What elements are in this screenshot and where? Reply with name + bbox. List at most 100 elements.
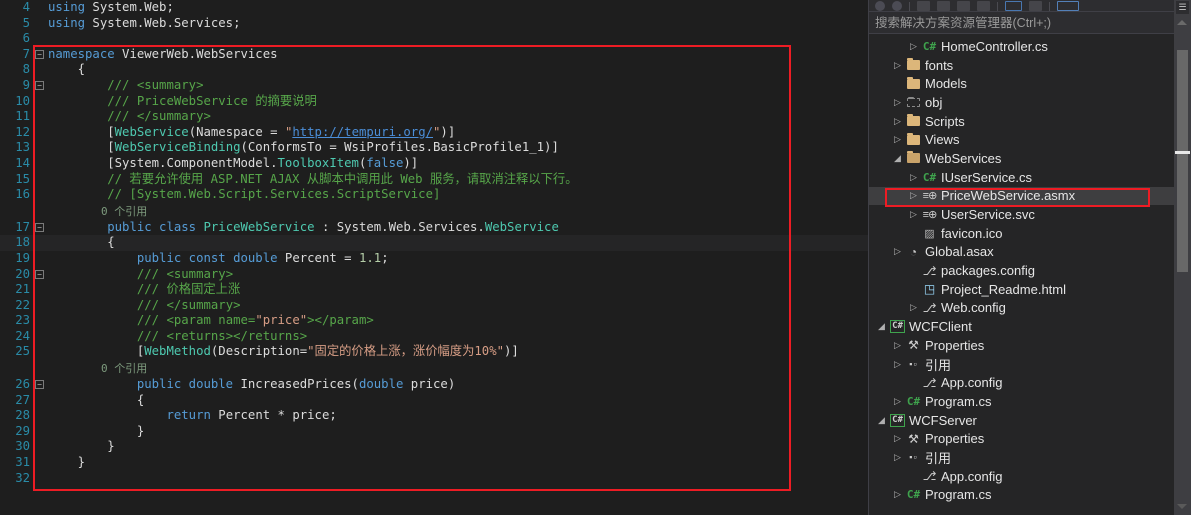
collapse-all-icon[interactable]	[957, 1, 970, 11]
properties-icon[interactable]	[1005, 1, 1022, 11]
code-line[interactable]: 4 using System.Web;	[0, 0, 868, 16]
code-line[interactable]: 23 /// <param name="price"></param>	[0, 313, 868, 329]
code-line[interactable]: 17− public class PriceWebService : Syste…	[0, 220, 868, 236]
tree-item-properties[interactable]: ▷ ⚒ Properties	[869, 336, 1174, 355]
code-line[interactable]: 6	[0, 31, 868, 47]
tree-item-app-config[interactable]: ⎇ App.config	[869, 373, 1174, 392]
code-line[interactable]: 31 }	[0, 455, 868, 471]
tree-item-favicon-ico[interactable]: ▨ favicon.ico	[869, 224, 1174, 243]
chevron-right-icon[interactable]: ▷	[907, 191, 920, 200]
search-input[interactable]	[875, 15, 1174, 30]
tree-item-web-config[interactable]: ▷ ⎇ Web.config	[869, 299, 1174, 318]
code-line[interactable]: 21 /// 价格固定上涨	[0, 282, 868, 298]
code-line[interactable]: 24 /// <returns></returns>	[0, 329, 868, 345]
chevron-right-icon[interactable]: ▷	[891, 340, 904, 350]
codelens-row[interactable]: 0 个引用	[0, 360, 868, 377]
code-line[interactable]: 22 /// </summary>	[0, 298, 868, 314]
tree-item-packages-config[interactable]: ⎇ packages.config	[869, 261, 1174, 280]
chevron-right-icon[interactable]: ▷	[891, 97, 904, 107]
chevron-right-icon[interactable]: ▷	[891, 135, 904, 144]
editor-vertical-scrollbar[interactable]: ☰	[1174, 0, 1191, 515]
show-all-files-icon[interactable]	[977, 1, 990, 11]
scroll-up-arrow[interactable]	[1177, 20, 1187, 25]
code-line[interactable]: 15 // 若要允许使用 ASP.NET AJAX 从脚本中调用此 Web 服务…	[0, 172, 868, 188]
fold-minus-icon[interactable]: −	[35, 380, 44, 390]
tree-item-program-cs[interactable]: ▷ C# Program.cs	[869, 486, 1174, 505]
tree-item-userservice-svc[interactable]: ▷ ≡⊕ UserService.svc	[869, 205, 1174, 224]
code-line[interactable]: 8 {	[0, 62, 868, 78]
chevron-right-icon[interactable]: ▷	[907, 303, 920, 312]
solution-explorer-search[interactable]	[869, 12, 1174, 34]
split-view-icon[interactable]: ☰	[1176, 1, 1189, 14]
codelens-reference-count[interactable]: 0 个引用	[48, 203, 147, 220]
code-line[interactable]: 7− namespace ViewerWeb.WebServices	[0, 47, 868, 63]
preview-selected-items-icon[interactable]	[1029, 1, 1042, 11]
codelens-reference-count[interactable]: 0 个引用	[48, 360, 147, 377]
tree-item-pricewebservice-asmx[interactable]: ▷ ≡⊕ PriceWebService.asmx	[869, 186, 1174, 206]
tree-item-obj[interactable]: ▷ obj	[869, 93, 1174, 112]
tree-item-fonts[interactable]: ▷ fonts	[869, 56, 1174, 75]
chevron-right-icon[interactable]: ▷	[891, 490, 904, 499]
codelens-row[interactable]: 0 个引用	[0, 203, 868, 220]
code-line[interactable]: 11 /// </summary>	[0, 109, 868, 125]
chevron-down-icon[interactable]: ◢	[875, 415, 888, 425]
code-line[interactable]: 16 // [System.Web.Script.Services.Script…	[0, 187, 868, 203]
chevron-right-icon[interactable]: ▷	[891, 396, 904, 406]
tree-item-iuserservice-cs[interactable]: ▷ C# IUserService.cs	[869, 168, 1174, 187]
code-line[interactable]: 10 /// PriceWebService 的摘要说明	[0, 94, 868, 110]
tree-item-wcfclient[interactable]: ◢ C# WCFClient	[869, 317, 1174, 336]
code-line[interactable]: 29 }	[0, 424, 868, 440]
code-line[interactable]: 28 return Percent * price;	[0, 408, 868, 424]
refresh-icon[interactable]	[937, 1, 950, 11]
code-line[interactable]: 9− /// <summary>	[0, 78, 868, 94]
code-line[interactable]: 18 {	[0, 235, 868, 251]
tree-item-scripts[interactable]: ▷ Scripts	[869, 112, 1174, 131]
tree-item-program-cs[interactable]: ▷ C# Program.cs	[869, 392, 1174, 411]
tree-item-views[interactable]: ▷ Views	[869, 130, 1174, 149]
sync-with-active-document-icon[interactable]	[1057, 1, 1079, 11]
chevron-right-icon[interactable]: ▷	[907, 41, 920, 51]
scroll-thumb[interactable]	[1177, 50, 1188, 272]
fold-minus-icon[interactable]: −	[35, 222, 44, 232]
forward-icon[interactable]	[892, 1, 902, 11]
back-icon[interactable]	[875, 1, 885, 11]
solution-explorer-tree[interactable]: ▷ C# HomeController.cs ▷ fonts Models ▷ obj ▷ Scr…	[869, 34, 1174, 505]
code-lines-container[interactable]: 4 using System.Web; 5 using System.Web.Serv…	[0, 0, 868, 486]
chevron-right-icon[interactable]: ▷	[891, 116, 904, 126]
tree-item-properties[interactable]: ▷ ⚒ Properties	[869, 429, 1174, 448]
home-icon[interactable]	[917, 1, 930, 11]
code-line[interactable]: 25 [WebMethod(Description="固定的价格上涨，涨价幅度为…	[0, 344, 868, 360]
tree-item-global-asax[interactable]: ▷ ◔ Global.asax	[869, 243, 1174, 262]
code-line[interactable]: 20− /// <summary>	[0, 267, 868, 283]
code-line[interactable]: 27 {	[0, 393, 868, 409]
chevron-right-icon[interactable]: ▷	[891, 434, 904, 443]
fold-minus-icon[interactable]: −	[35, 49, 44, 59]
chevron-right-icon[interactable]: ▷	[891, 247, 904, 256]
fold-minus-icon[interactable]: −	[35, 81, 44, 91]
solution-explorer-toolbar[interactable]	[869, 0, 1174, 12]
tree-item-[interactable]: ▷ ▪▫ 引用	[869, 355, 1174, 374]
chevron-right-icon[interactable]: ▷	[891, 359, 904, 369]
scroll-down-arrow[interactable]	[1177, 504, 1187, 509]
chevron-right-icon[interactable]: ▷	[891, 452, 904, 462]
chevron-down-icon[interactable]: ◢	[875, 322, 888, 331]
chevron-down-icon[interactable]: ◢	[891, 153, 904, 163]
fold-minus-icon[interactable]: −	[35, 269, 44, 279]
tree-item-wcfserver[interactable]: ◢ C# WCFServer	[869, 411, 1174, 430]
code-line[interactable]: 14 [System.ComponentModel.ToolboxItem(fa…	[0, 156, 868, 172]
code-editor[interactable]: 4 using System.Web; 5 using System.Web.Serv…	[0, 0, 868, 515]
tree-item-webservices[interactable]: ◢ WebServices	[869, 149, 1174, 168]
tree-item-[interactable]: ▷ ▪▫ 引用	[869, 448, 1174, 467]
chevron-right-icon[interactable]: ▷	[907, 172, 920, 182]
chevron-right-icon[interactable]: ▷	[907, 210, 920, 219]
code-line[interactable]: 12 [WebService(Namespace = "http://tempu…	[0, 125, 868, 141]
tree-item-models[interactable]: Models	[869, 74, 1174, 93]
code-line[interactable]: 5 using System.Web.Services;	[0, 16, 868, 32]
chevron-right-icon[interactable]: ▷	[891, 60, 904, 70]
code-line[interactable]: 32	[0, 471, 868, 487]
tree-item-homecontroller-cs[interactable]: ▷ C# HomeController.cs	[869, 37, 1174, 56]
code-line[interactable]: 19 public const double Percent = 1.1;	[0, 251, 868, 267]
tree-item-project-readme-html[interactable]: ◳ Project_Readme.html	[869, 280, 1174, 299]
code-line[interactable]: 26− public double IncreasedPrices(double…	[0, 377, 868, 393]
token[interactable]: http://tempuri.org/	[292, 125, 433, 139]
